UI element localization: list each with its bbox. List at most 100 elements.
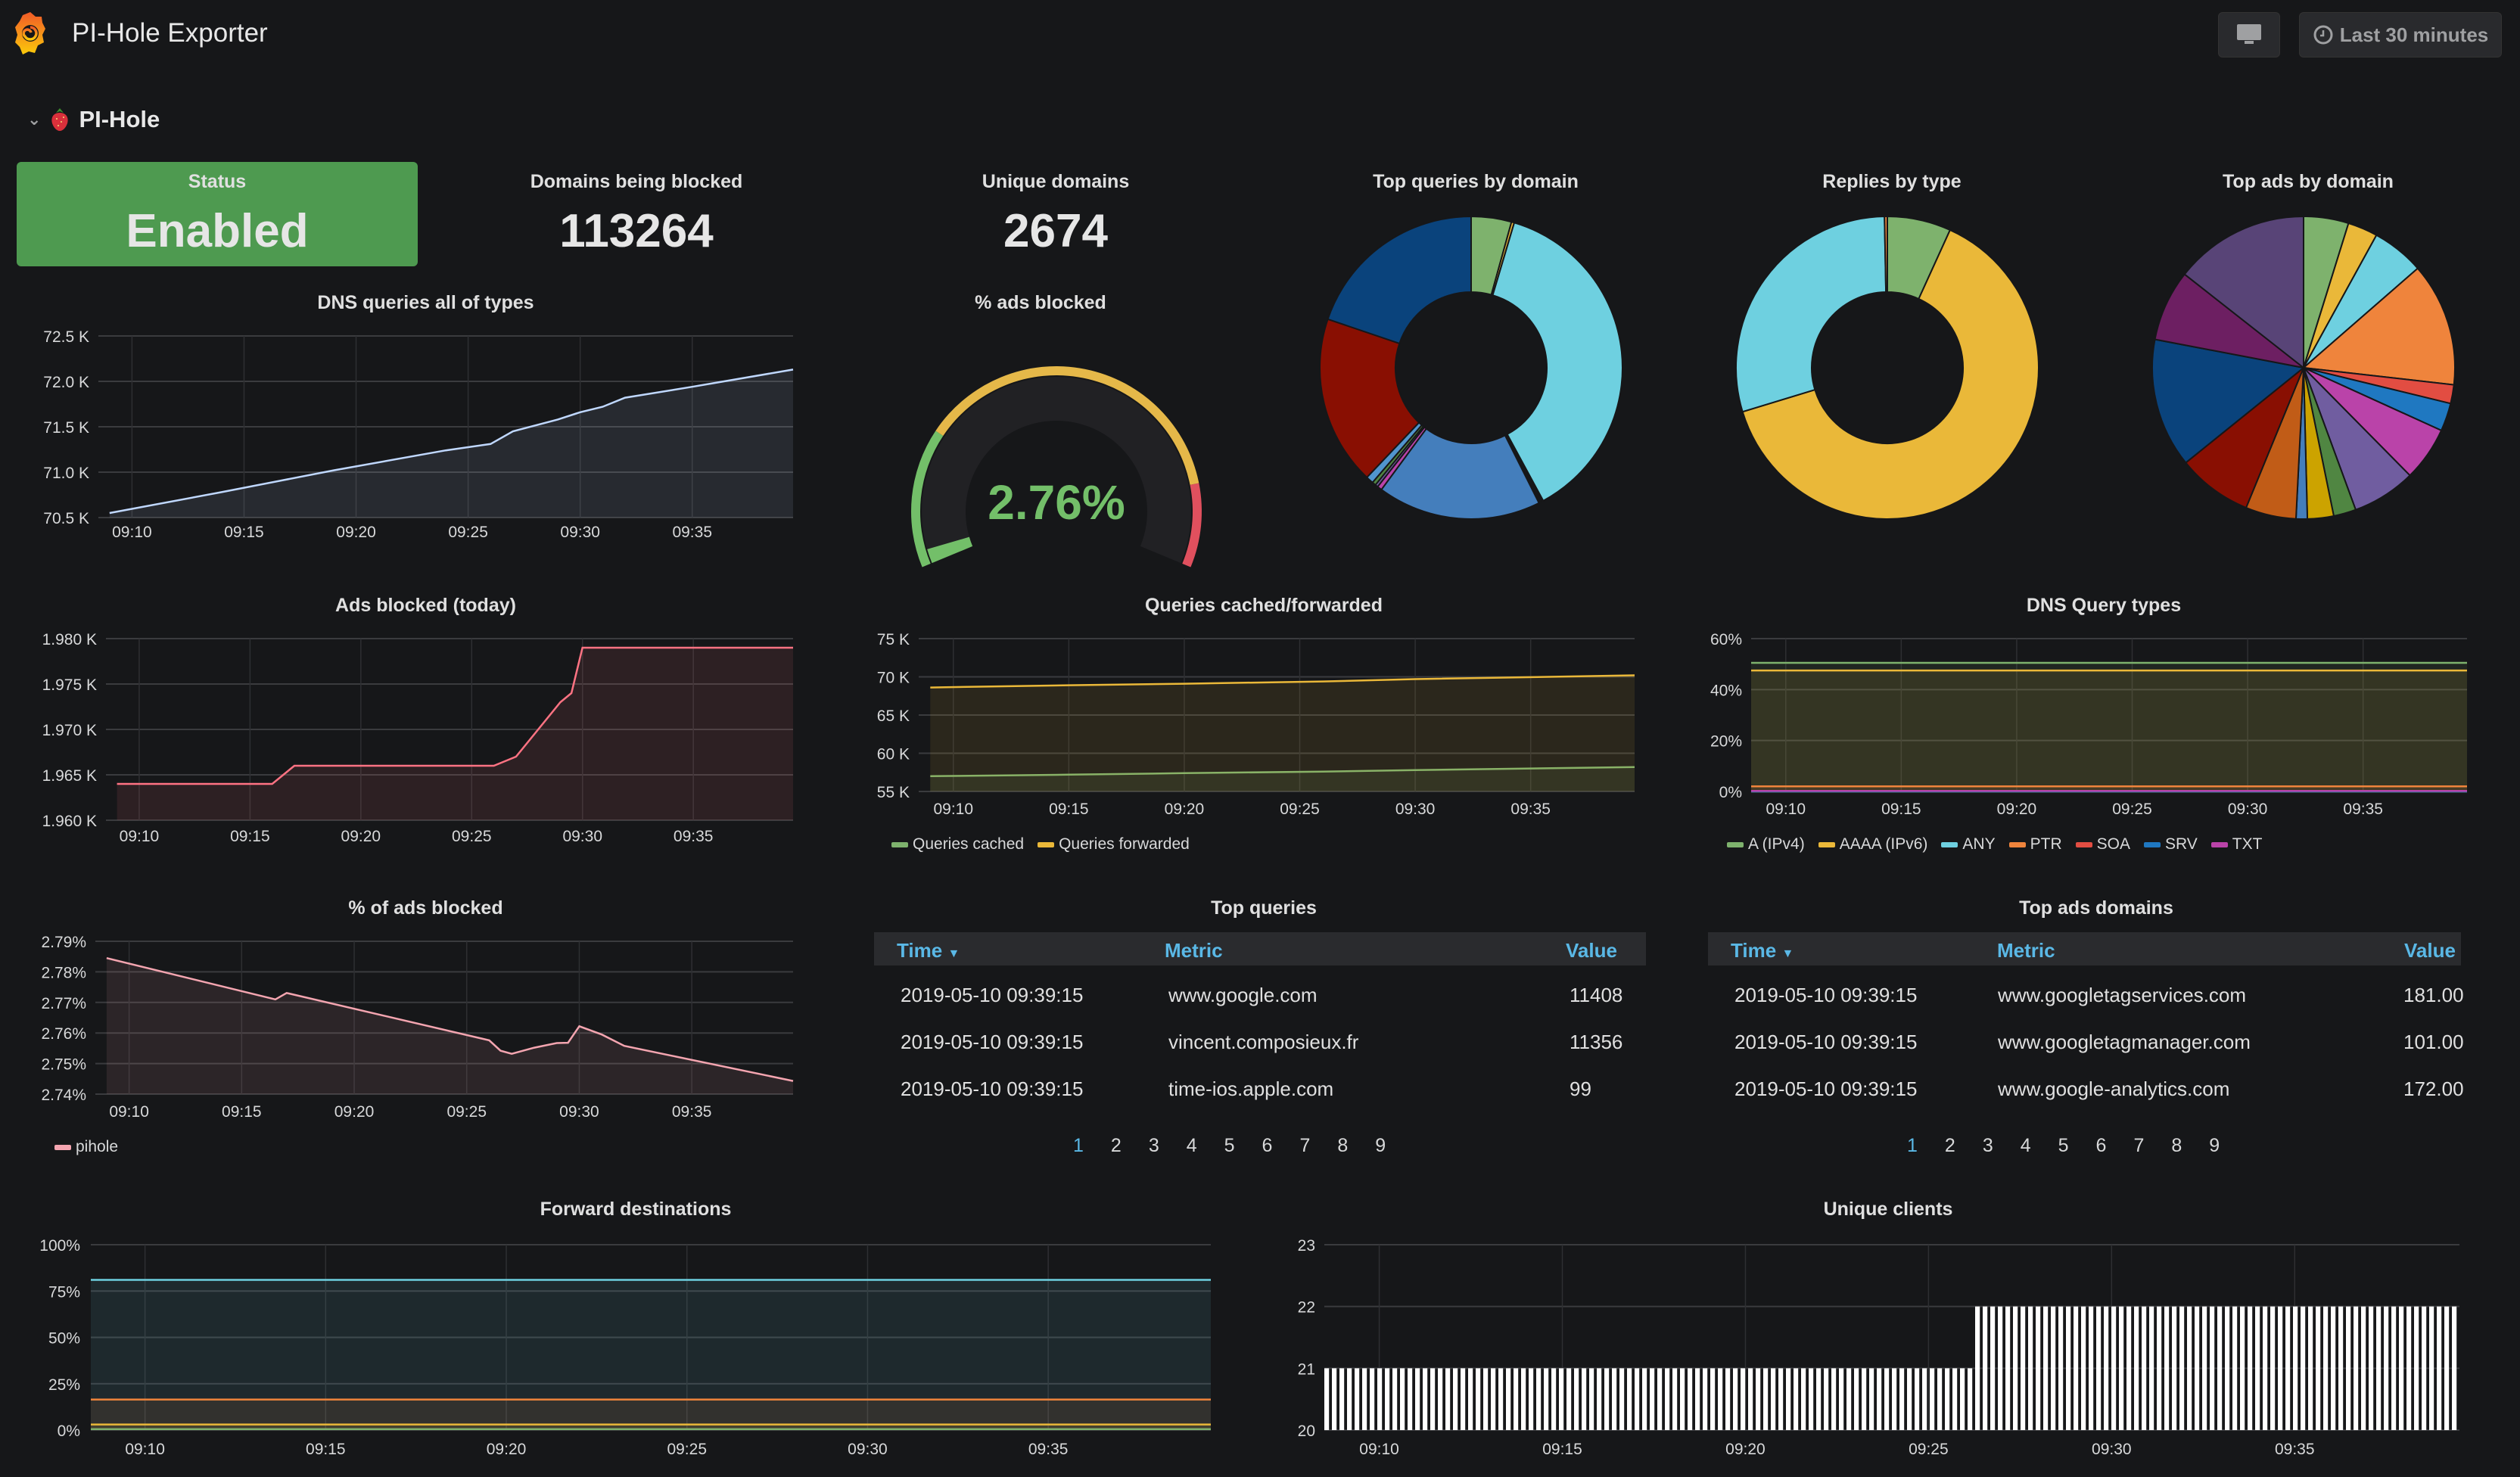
bar xyxy=(1339,1368,1345,1430)
forward-destinations-panel[interactable]: Forward destinations 100% 75% 50% 25% 0% 09:1… xyxy=(0,1180,1249,1477)
page-link[interactable]: 1 xyxy=(1073,1135,1084,1157)
col-metric[interactable]: Metric xyxy=(1165,939,1223,962)
legend-item[interactable]: Queries cached xyxy=(891,835,1024,854)
bar xyxy=(1423,1368,1428,1430)
page-link[interactable]: 2 xyxy=(1945,1135,1955,1157)
pie-slice[interactable] xyxy=(1327,215,1472,345)
bar xyxy=(1937,1368,1943,1430)
series-area xyxy=(109,369,794,518)
bar xyxy=(1809,1368,1814,1430)
page-link[interactable]: 1 xyxy=(1907,1135,1918,1157)
page-link[interactable]: 9 xyxy=(1375,1135,1386,1157)
legend-item[interactable]: ANY xyxy=(1941,835,1996,854)
bar xyxy=(1998,1306,2003,1430)
y-tick-label: 2.75% xyxy=(41,1056,86,1074)
page-link[interactable]: 4 xyxy=(2021,1135,2031,1157)
bar xyxy=(1733,1368,1738,1430)
grafana-logo-icon[interactable] xyxy=(15,11,45,59)
gauge-title: % ads blocked xyxy=(975,292,1106,313)
bar xyxy=(2452,1306,2457,1430)
bar xyxy=(2232,1306,2238,1430)
col-metric[interactable]: Metric xyxy=(1997,939,2055,962)
bar xyxy=(1786,1368,1791,1430)
x-tick-label: 09:15 xyxy=(230,828,270,845)
tv-mode-button[interactable] xyxy=(2218,12,2280,58)
bar xyxy=(1839,1368,1844,1430)
page-link[interactable]: 8 xyxy=(1337,1135,1348,1157)
bar xyxy=(1642,1368,1647,1430)
legend-swatch xyxy=(1818,841,1835,847)
page-link[interactable]: 6 xyxy=(1262,1135,1273,1157)
dns-queries-graph: 72.5 K 72.0 K 71.5 K 71.0 K 70.5 K 09:10 09:15… xyxy=(43,328,794,541)
bar xyxy=(2187,1306,2192,1430)
legend-item[interactable]: AAAA (IPv6) xyxy=(1818,835,1927,854)
bar xyxy=(2202,1306,2207,1430)
bar xyxy=(2263,1306,2268,1430)
legend-item[interactable]: pihole xyxy=(54,1138,118,1156)
row-header-pihole[interactable]: ⌄ PI-Hole xyxy=(27,106,160,133)
pct-ads-blocked-panel[interactable]: % of ads blocked 2.79% 2.78% 2.77% 2.76% 2.7… xyxy=(0,885,817,1165)
bar xyxy=(1695,1368,1700,1430)
page-link[interactable]: 2 xyxy=(1111,1135,1122,1157)
col-time[interactable]: Time ▼ xyxy=(897,939,960,962)
bar xyxy=(2270,1306,2276,1430)
y-tick-label: 75% xyxy=(48,1283,80,1301)
page-link[interactable]: 3 xyxy=(1149,1135,1159,1157)
bar xyxy=(2021,1306,2026,1430)
col-time[interactable]: Time ▼ xyxy=(1731,939,1794,962)
bar xyxy=(1680,1368,1685,1430)
page-link[interactable]: 4 xyxy=(1187,1135,1197,1157)
queries-cached-forwarded-panel[interactable]: Queries cached/forwarded 75 K 70 K 65 K 60 … xyxy=(855,583,1665,863)
legend-swatch xyxy=(1727,841,1744,847)
bar xyxy=(1445,1368,1451,1430)
domains-blocked-panel[interactable]: Domains being blocked 113264 xyxy=(436,162,837,266)
page-link[interactable]: 5 xyxy=(2058,1135,2069,1157)
bar xyxy=(1801,1368,1806,1430)
top-ads-domains-panel[interactable]: Top ads domains Time ▼ Metric Value 2019… xyxy=(1703,885,2520,1165)
page-link[interactable]: 8 xyxy=(2171,1135,2182,1157)
col-value[interactable]: Value xyxy=(1566,939,1617,962)
status-panel[interactable]: Status Enabled xyxy=(17,162,418,266)
unique-clients-panel[interactable]: Unique clients 23 22 21 20 09:10 09:15 09:20 09… xyxy=(1249,1180,2520,1477)
gauge-value-text: 2.76% xyxy=(988,475,1125,530)
legend-item[interactable]: SOA xyxy=(2075,835,2130,854)
y-tick-label: 21 xyxy=(1298,1360,1315,1378)
time-range-picker[interactable]: Last 30 minutes xyxy=(2299,12,2502,58)
x-tick-label: 09:30 xyxy=(848,1441,888,1458)
top-queries-by-domain-panel[interactable]: Top queries by domain xyxy=(1279,162,1672,540)
unique-domains-panel[interactable]: Unique domains 2674 xyxy=(855,162,1256,266)
bar xyxy=(1566,1368,1572,1430)
pie-title: Top queries by domain xyxy=(1373,171,1579,192)
legend-item[interactable]: SRV xyxy=(2143,835,2198,854)
legend-item[interactable]: A (IPv4) xyxy=(1727,835,1805,854)
page-link[interactable]: 9 xyxy=(2209,1135,2220,1157)
pie-slice[interactable] xyxy=(1735,216,1887,413)
dashboard-title[interactable]: PI-Hole Exporter xyxy=(72,18,268,48)
legend-item[interactable]: TXT xyxy=(2210,835,2262,854)
bar xyxy=(2384,1306,2389,1430)
legend-item[interactable]: Queries forwarded xyxy=(1038,835,1190,854)
table-title: Top ads domains xyxy=(2019,897,2173,919)
domains-blocked-value: 113264 xyxy=(559,205,714,257)
page-link[interactable]: 5 xyxy=(1224,1135,1235,1157)
col-value[interactable]: Value xyxy=(2404,939,2456,962)
page-link[interactable]: 6 xyxy=(2096,1135,2107,1157)
dns-query-types-panel[interactable]: DNS Query types 60% 40% 20% 0% 09:10 09:15 09:… xyxy=(1688,583,2520,863)
replies-by-type-panel[interactable]: Replies by type xyxy=(1695,162,2089,540)
unique-domains-title: Unique domains xyxy=(982,171,1130,192)
bar xyxy=(1332,1368,1337,1430)
page-link[interactable]: 7 xyxy=(1299,1135,1310,1157)
bar xyxy=(1453,1368,1458,1430)
page-link[interactable]: 7 xyxy=(2133,1135,2144,1157)
top-queries-panel[interactable]: Top queries Time ▼ Metric Value 2019-05-… xyxy=(870,885,1665,1165)
bar xyxy=(2301,1306,2306,1430)
ads-blocked-today-panel[interactable]: Ads blocked (today) 1.980 K 1.975 K 1.970 … xyxy=(0,583,817,863)
page-link[interactable]: 3 xyxy=(1983,1135,1993,1157)
x-tick-label: 09:20 xyxy=(341,828,381,845)
bar xyxy=(1892,1368,1897,1430)
top-ads-by-domain-panel[interactable]: Top ads by domain xyxy=(2111,162,2505,540)
dns-queries-panel[interactable]: DNS queries all of types 72.5 K 72.0 K 71.… xyxy=(0,280,817,552)
legend-item[interactable]: PTR xyxy=(2008,835,2062,854)
gauge-panel[interactable]: % ads blocked 2.76% xyxy=(855,280,1256,567)
bar xyxy=(1430,1368,1436,1430)
